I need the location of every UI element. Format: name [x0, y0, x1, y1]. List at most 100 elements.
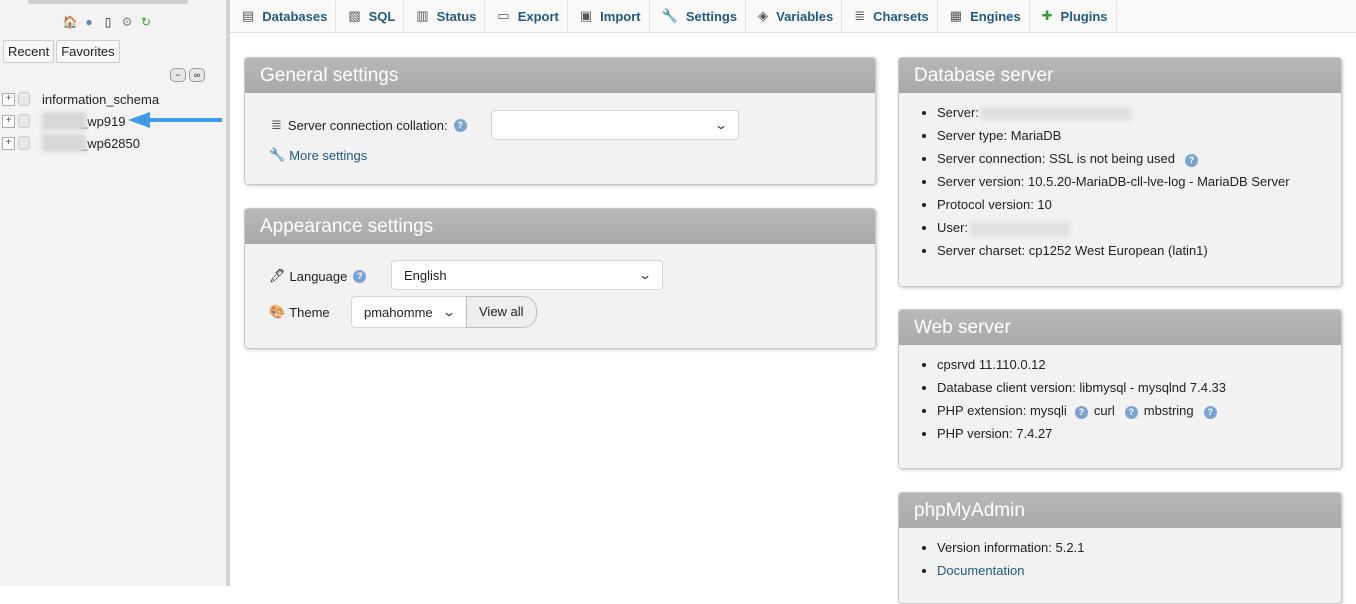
- tab-plugins[interactable]: ✚ Plugins: [1030, 0, 1117, 32]
- language-label: Language: [289, 268, 348, 284]
- favorites-tab[interactable]: Favorites: [56, 40, 120, 63]
- list-item: Database client version: libmysql - mysq…: [937, 376, 1226, 399]
- server-type: Server type: MariaDB: [937, 128, 1062, 143]
- documentation-link[interactable]: Documentation: [937, 563, 1024, 578]
- expand-icon[interactable]: +: [2, 136, 15, 150]
- panel-body: Version information: 5.2.1 Documentation: [899, 528, 1341, 603]
- help-icon[interactable]: ?: [1074, 406, 1088, 419]
- tab-settings[interactable]: 🔧 Settings: [650, 0, 747, 32]
- language-select[interactable]: English ⌄: [391, 260, 663, 290]
- expand-icon[interactable]: +: [2, 114, 15, 128]
- tab-export[interactable]: ▭ Export: [485, 0, 568, 32]
- tab-databases[interactable]: ▤ Databases: [230, 0, 337, 32]
- client-version: Database client version: libmysql - mysq…: [937, 380, 1227, 395]
- help-icon[interactable]: ?: [353, 269, 367, 283]
- database-name[interactable]: _wp919: [80, 114, 126, 129]
- redacted-prefix: [42, 134, 86, 152]
- reload-icon[interactable]: ↻: [138, 14, 154, 30]
- php-version: PHP version: 7.4.27: [937, 426, 1053, 441]
- help-icon[interactable]: ?: [1203, 406, 1217, 419]
- database-name[interactable]: _wp62850: [80, 136, 140, 151]
- navigation-panel: 🏠 ● ▯ ⚙ ↻ Recent Favorites − ∞ + informa…: [0, 0, 227, 586]
- tree-item-wp62850[interactable]: + _wp62850: [2, 132, 159, 154]
- chevron-down-icon: ⌄: [713, 118, 729, 132]
- tab-charsets[interactable]: ≣ Charsets: [842, 0, 938, 32]
- panel-body: Server: Server type: MariaDB Server conn…: [899, 93, 1341, 286]
- theme-select[interactable]: pmahomme ⌄: [351, 296, 467, 328]
- list-item: Documentation: [937, 559, 1084, 582]
- list-item: PHP version: 7.4.27: [937, 422, 1226, 445]
- cpsrvd-version: cpsrvd 11.110.0.12: [937, 357, 1046, 372]
- collation-label: Server connection collation:: [287, 117, 448, 133]
- server-version: Server version: 10.5.20-MariaDB-cll-lve-…: [937, 174, 1290, 189]
- list-item: Server type: MariaDB: [937, 124, 1290, 147]
- server-user: User:: [937, 220, 969, 235]
- database-name[interactable]: information_schema: [42, 92, 159, 107]
- collation-select[interactable]: ⌄: [491, 110, 739, 140]
- panel-title: Database server: [899, 58, 1341, 93]
- charsets-icon: ≣: [854, 8, 866, 23]
- help-icon[interactable]: ?: [1185, 154, 1198, 167]
- general-settings-panel: General settings ≣ Server connection col…: [244, 57, 876, 185]
- phpmyadmin-panel: phpMyAdmin Version information: 5.2.1 Do…: [898, 492, 1342, 604]
- database-icon: ▤: [242, 8, 255, 23]
- web-info-list: cpsrvd 11.110.0.12 Database client versi…: [899, 353, 1226, 445]
- theme-value: pmahomme: [364, 304, 433, 320]
- redacted-value: [970, 221, 1071, 236]
- gear-icon[interactable]: ⚙: [119, 14, 135, 30]
- collapse-all-icon[interactable]: −: [170, 68, 186, 82]
- help-icon[interactable]: ●: [81, 14, 97, 30]
- chevron-down-icon: ⌄: [441, 305, 457, 319]
- database-icon: [18, 92, 30, 106]
- list-item: Server connection: SSL is not being used…: [937, 147, 1290, 170]
- pma-info-list: Version information: 5.2.1 Documentation: [899, 536, 1084, 582]
- web-server-panel: Web server cpsrvd 11.110.0.12 Database c…: [898, 309, 1342, 469]
- list-item: Server version: 10.5.20-MariaDB-cll-lve-…: [937, 170, 1290, 193]
- import-icon: ▣: [579, 8, 593, 23]
- chevron-down-icon: ⌄: [637, 268, 653, 282]
- server-connection: Server connection: SSL is not being used: [937, 151, 1175, 166]
- export-icon: ▭: [497, 8, 510, 23]
- redacted-prefix: [42, 112, 86, 130]
- appearance-settings-panel: Appearance settings 🖊 Language ? English…: [244, 208, 876, 349]
- tab-sql[interactable]: ▧ SQL: [336, 0, 405, 32]
- engines-icon: ▦: [949, 8, 963, 23]
- panel-body: cpsrvd 11.110.0.12 Database client versi…: [899, 345, 1341, 468]
- protocol-version: Protocol version: 10: [937, 197, 1052, 212]
- wrench-icon: 🔧: [661, 8, 678, 23]
- language-icon: 🖊: [269, 268, 286, 283]
- expand-icon[interactable]: +: [2, 92, 15, 106]
- list-item: cpsrvd 11.110.0.12: [937, 353, 1226, 376]
- view-all-button[interactable]: View all: [466, 296, 537, 328]
- collation-icon: ≣: [271, 117, 282, 132]
- panel-title: General settings: [245, 58, 875, 93]
- tab-engines[interactable]: ▦ Engines: [938, 0, 1030, 32]
- sql-icon: ▧: [348, 8, 361, 23]
- tab-import[interactable]: ▣ Import: [568, 0, 650, 32]
- list-item: Protocol version: 10: [937, 193, 1290, 216]
- php-extension: PHP extension: mysqli: [937, 403, 1067, 418]
- recent-tab[interactable]: Recent: [3, 40, 55, 63]
- more-settings-row[interactable]: 🔧 More settings: [269, 147, 367, 163]
- server-host: Server:: [937, 105, 979, 120]
- version-info: Version information: 5.2.1: [937, 540, 1085, 555]
- link-icon[interactable]: ∞: [189, 68, 205, 82]
- server-info-list: Server: Server type: MariaDB Server conn…: [899, 101, 1290, 262]
- list-item: Server charset: cp1252 West European (la…: [937, 239, 1290, 262]
- home-icon[interactable]: 🏠: [62, 14, 78, 30]
- docs-icon[interactable]: ▯: [100, 14, 116, 30]
- tree-item-information-schema[interactable]: + information_schema: [2, 88, 159, 110]
- database-server-panel: Database server Server: Server type: Mar…: [898, 57, 1342, 287]
- tree-controls: − ∞: [170, 68, 205, 82]
- panel-title: Appearance settings: [245, 209, 875, 244]
- help-icon[interactable]: ?: [1124, 406, 1138, 419]
- tab-status[interactable]: ▥ Status: [404, 0, 486, 32]
- help-icon[interactable]: ?: [453, 118, 467, 132]
- more-settings-link[interactable]: More settings: [289, 148, 367, 163]
- tab-variables[interactable]: ◈ Variables: [746, 0, 843, 32]
- nav-icon-bar: 🏠 ● ▯ ⚙ ↻: [62, 14, 154, 30]
- redacted-value: [980, 106, 1131, 121]
- list-item: PHP extension: mysqli? curl? mbstring?: [937, 399, 1226, 422]
- resize-handle[interactable]: [227, 0, 230, 586]
- panel-title: phpMyAdmin: [899, 493, 1341, 528]
